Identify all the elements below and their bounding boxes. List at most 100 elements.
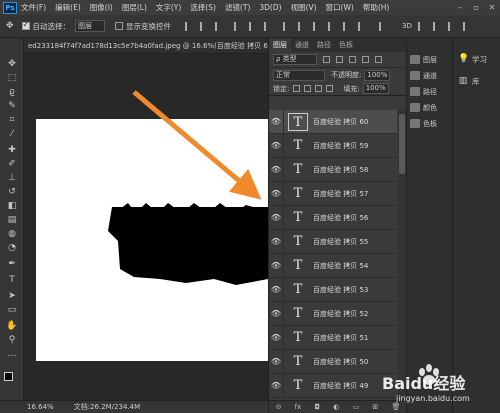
layer-row[interactable]: 👁 T 百度经验 拷贝 49: [269, 373, 397, 398]
shape-tool-icon[interactable]: ▭: [4, 304, 20, 317]
brush-tool-icon[interactable]: ✐: [4, 158, 20, 171]
tab-paths[interactable]: 路径: [313, 40, 335, 50]
visibility-eye-icon[interactable]: 👁: [269, 261, 283, 270]
layer-row[interactable]: 👁 T 百度经验 拷贝 55: [269, 229, 397, 254]
layer-row[interactable]: 👁 T 百度经验 拷贝 50: [269, 349, 397, 374]
pen-tool-icon[interactable]: ✒: [4, 258, 20, 271]
align-bottom-icon[interactable]: [264, 21, 273, 31]
filter-pixel-icon[interactable]: [323, 56, 330, 63]
show-transform-checkbox[interactable]: [115, 22, 124, 30]
visibility-eye-icon[interactable]: 👁: [269, 285, 283, 294]
fx-icon[interactable]: fx: [295, 403, 302, 411]
tab-layers[interactable]: 图层: [269, 38, 291, 52]
menu-edit[interactable]: 编辑(E): [55, 2, 81, 13]
document-tab[interactable]: ed233184f74f7ad178d13c5e7b4a0fad.jpeg @ …: [24, 38, 268, 54]
menu-filter[interactable]: 滤镜(T): [225, 2, 250, 13]
zoom-tool-icon[interactable]: ⚲: [4, 334, 20, 347]
dodge-tool-icon[interactable]: ◔: [4, 242, 20, 255]
tab-swatches[interactable]: 色板: [335, 40, 357, 50]
layer-row[interactable]: 👁 T 百度经验 拷贝 56: [269, 205, 397, 230]
dock-color[interactable]: 颜色: [410, 100, 452, 115]
menu-window[interactable]: 窗口(W): [326, 2, 354, 13]
blend-mode-dropdown[interactable]: 正常: [273, 69, 325, 81]
align-middle-icon[interactable]: [249, 21, 258, 31]
fill-input[interactable]: 100%: [362, 83, 389, 94]
menu-view[interactable]: 视图(V): [291, 2, 317, 13]
path-select-tool-icon[interactable]: ➤: [4, 290, 20, 303]
layer-row[interactable]: 👁 T 百度经验 拷贝 54: [269, 253, 397, 278]
opacity-input[interactable]: 100%: [364, 69, 391, 81]
layer-row[interactable]: 👁 T 百度经验 拷贝 58: [269, 157, 397, 182]
auto-select-checkbox[interactable]: [21, 20, 30, 30]
crop-tool-icon[interactable]: ⌗: [4, 114, 20, 127]
dock-library[interactable]: ▥ 库: [458, 72, 498, 90]
align-right-icon[interactable]: [215, 21, 224, 31]
distribute-center-icon[interactable]: [343, 21, 352, 31]
auto-align-icon[interactable]: [379, 21, 388, 31]
menu-layer[interactable]: 图层(L): [122, 2, 147, 13]
filter-adjustment-icon[interactable]: [336, 56, 343, 63]
layers-scrollbar[interactable]: [398, 110, 406, 400]
foreground-color-swatch[interactable]: [4, 372, 13, 381]
gradient-tool-icon[interactable]: ▤: [4, 214, 20, 227]
dock-layers[interactable]: 图层: [410, 52, 452, 67]
layer-row[interactable]: 👁 T 百度经验 拷贝 51: [269, 325, 397, 350]
align-center-icon[interactable]: [200, 21, 209, 31]
group-icon[interactable]: ▭: [353, 403, 360, 411]
visibility-eye-icon[interactable]: 👁: [269, 309, 283, 318]
dock-channels[interactable]: 通道: [410, 68, 452, 83]
dock-learn[interactable]: 💡 学习: [458, 50, 498, 68]
3d-drag-icon[interactable]: [447, 21, 457, 31]
visibility-eye-icon[interactable]: 👁: [269, 333, 283, 342]
more-tools-icon[interactable]: …: [4, 348, 20, 361]
move-tool-icon[interactable]: ✥: [4, 58, 20, 71]
distribute-left-icon[interactable]: [328, 21, 337, 31]
distribute-top-icon[interactable]: [283, 21, 292, 31]
lock-all-icon[interactable]: [326, 85, 334, 92]
layer-row[interactable]: 👁 T 百度经验 拷贝 60: [269, 110, 397, 134]
adjustment-icon[interactable]: ◐: [333, 403, 339, 411]
menu-help[interactable]: 帮助(H): [363, 2, 390, 13]
layer-row[interactable]: 👁 T 百度经验 拷贝 59: [269, 133, 397, 158]
layer-kind-dropdown[interactable]: ρ 类型: [273, 54, 317, 65]
3d-roll-icon[interactable]: [432, 21, 442, 31]
menu-file[interactable]: 文件(F): [21, 2, 46, 13]
quick-select-tool-icon[interactable]: ✎: [4, 100, 20, 113]
visibility-eye-icon[interactable]: 👁: [269, 357, 283, 366]
canvas-area[interactable]: [24, 54, 268, 400]
menu-image[interactable]: 图像(I): [90, 2, 113, 13]
type-tool-icon[interactable]: T: [4, 274, 20, 287]
dock-swatches[interactable]: 色板: [410, 116, 452, 131]
close-icon[interactable]: ✕: [484, 3, 500, 12]
maximize-icon[interactable]: ▫: [468, 3, 484, 12]
minimize-icon[interactable]: –: [452, 3, 468, 12]
healing-tool-icon[interactable]: ✚: [4, 144, 20, 157]
visibility-eye-icon[interactable]: 👁: [269, 165, 283, 174]
distribute-middle-icon[interactable]: [298, 21, 307, 31]
layer-row[interactable]: 👁 T 百度经验 拷贝 52: [269, 301, 397, 326]
distribute-bottom-icon[interactable]: [313, 21, 322, 31]
eyedropper-tool-icon[interactable]: ⁄: [4, 128, 20, 141]
clone-stamp-tool-icon[interactable]: ⊥: [4, 172, 20, 185]
align-left-icon[interactable]: [185, 21, 194, 31]
visibility-eye-icon[interactable]: 👁: [269, 237, 283, 246]
lock-transparent-icon[interactable]: [293, 85, 301, 92]
3d-rotate-icon[interactable]: [417, 21, 427, 31]
mask-icon[interactable]: ◘: [314, 403, 320, 411]
3d-slide-icon[interactable]: [462, 21, 472, 31]
marquee-tool-icon[interactable]: ⬚: [4, 72, 20, 85]
menu-3d[interactable]: 3D(D): [259, 3, 281, 12]
auto-select-dropdown[interactable]: 图层: [75, 20, 106, 32]
filter-smart-object-icon[interactable]: [375, 56, 382, 63]
layer-row[interactable]: 👁 T 百度经验 拷贝 53: [269, 277, 397, 302]
hand-tool-icon[interactable]: ✋: [4, 320, 20, 333]
blur-tool-icon[interactable]: ◍: [4, 228, 20, 241]
link-icon[interactable]: ⊝: [276, 403, 282, 411]
visibility-eye-icon[interactable]: 👁: [269, 141, 283, 150]
filter-type-icon[interactable]: [349, 56, 356, 63]
visibility-eye-icon[interactable]: 👁: [269, 381, 283, 390]
menu-select[interactable]: 选择(S): [190, 2, 216, 13]
zoom-level[interactable]: 16.64%: [27, 403, 54, 411]
history-brush-tool-icon[interactable]: ↺: [4, 186, 20, 199]
scrollbar-thumb[interactable]: [399, 114, 405, 174]
